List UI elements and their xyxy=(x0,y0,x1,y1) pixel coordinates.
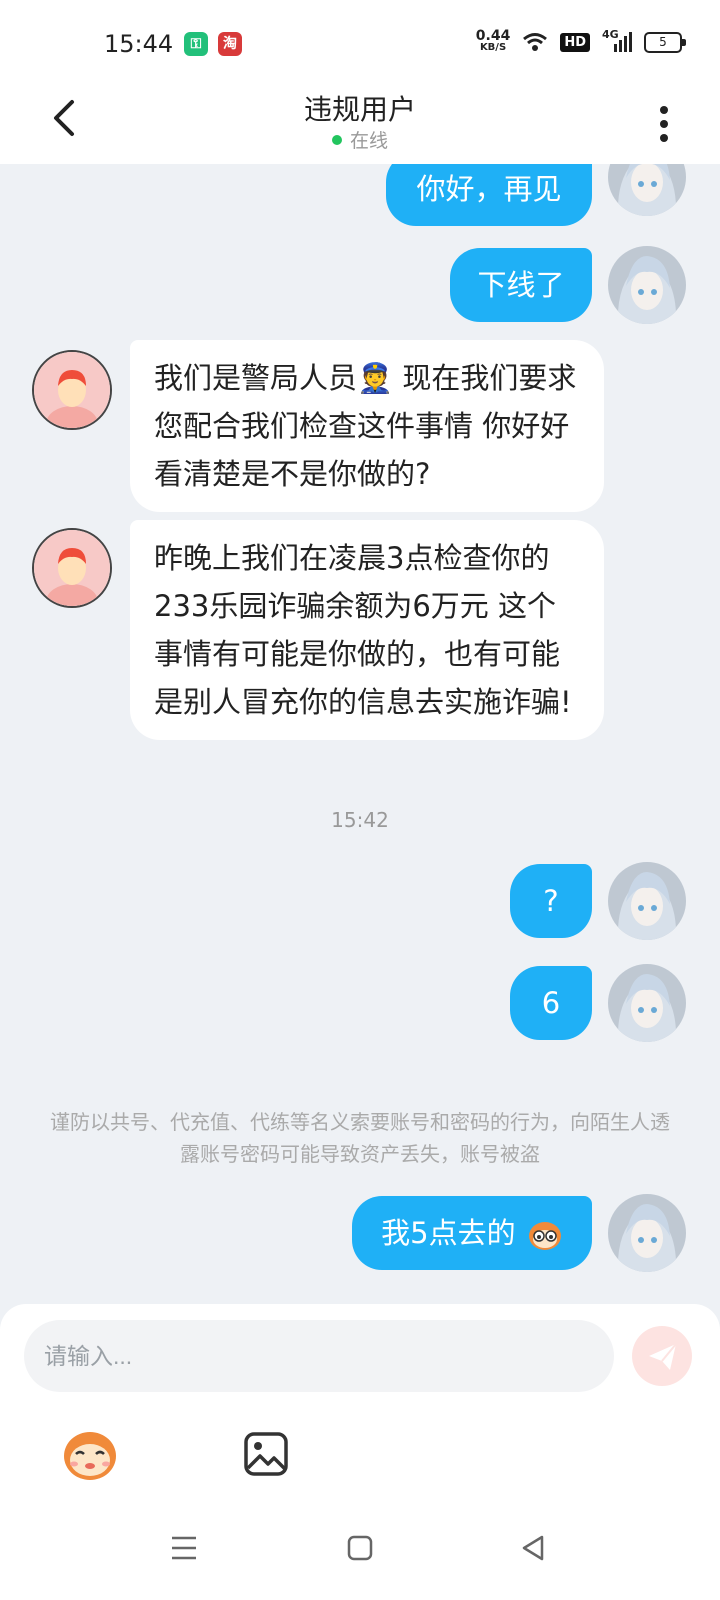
contact-avatar[interactable] xyxy=(32,528,112,608)
message-bubble-outgoing[interactable]: 你好，再见 xyxy=(386,164,592,226)
image-picker-icon[interactable] xyxy=(236,1424,296,1484)
message-text: 下线了 xyxy=(477,268,565,302)
online-status-label: 在线 xyxy=(349,130,388,152)
time-divider: 15:42 xyxy=(331,808,389,832)
send-button[interactable] xyxy=(632,1326,692,1386)
message-bubble-incoming[interactable]: 昨晚上我们在凌晨3点检查你的233乐园诈骗余额为6万元 这个事情有可能是你做的，… xyxy=(130,520,604,740)
message-bubble-outgoing[interactable]: 我5点去的 xyxy=(352,1196,592,1270)
monkey-emoji-icon xyxy=(528,1222,561,1250)
send-icon xyxy=(649,1343,677,1370)
status-indicators: 0.44 KB/S HD 4G 5 xyxy=(475,28,686,54)
message-text: 你好，再见 xyxy=(416,172,562,206)
my-avatar[interactable] xyxy=(608,246,686,324)
message-bubble-outgoing[interactable]: 下线了 xyxy=(450,248,592,322)
battery-indicator: 5 xyxy=(644,31,686,53)
message-text: 昨晚上我们在凌晨3点检查你的233乐园诈骗余额为6万元 这个事情有可能是你做的，… xyxy=(154,541,572,719)
my-avatar[interactable] xyxy=(608,964,686,1042)
more-menu-icon[interactable] xyxy=(652,102,676,146)
network-speed: 0.44 KB/S xyxy=(475,28,511,53)
my-avatar[interactable] xyxy=(608,1194,686,1272)
home-icon[interactable] xyxy=(342,1530,378,1566)
emoji-monkey-icon[interactable] xyxy=(60,1424,120,1484)
message-text: 我5点去的 xyxy=(381,1216,516,1250)
my-avatar[interactable] xyxy=(608,862,686,940)
message-bubble-outgoing[interactable]: ? xyxy=(510,864,592,938)
recent-apps-icon[interactable] xyxy=(166,1530,202,1566)
message-text: 我们是警局人员👮 现在我们要求您配合我们检查这件事情 你好好看清楚是不是你做的? xyxy=(154,361,577,491)
taobao-app-icon: 淘 xyxy=(218,32,242,56)
chat-header: 违规用户 在线 xyxy=(0,82,720,164)
contact-avatar[interactable] xyxy=(32,350,112,430)
system-navigation-bar xyxy=(0,1500,720,1600)
message-text: 6 xyxy=(541,986,561,1020)
status-time: 15:44 xyxy=(104,30,174,58)
online-status: 在线 xyxy=(0,126,720,153)
security-notice: 谨防以共号、代充值、代练等名义索要账号和密码的行为，向陌生人透露账号密码可能导致… xyxy=(50,1110,670,1166)
battery-saver-app-icon: ⚿ xyxy=(184,32,208,56)
message-bubble-outgoing[interactable]: 6 xyxy=(510,966,592,1040)
wifi-icon xyxy=(523,33,548,51)
message-text: ? xyxy=(543,884,559,918)
message-bubble-incoming[interactable]: 我们是警局人员👮 现在我们要求您配合我们检查这件事情 你好好看清楚是不是你做的? xyxy=(130,340,604,512)
signal-icon: 4G xyxy=(602,28,632,52)
chat-title: 违规用户 xyxy=(303,93,416,126)
message-list[interactable]: 你好，再见 下线了 我们是警局人员👮 现在我们要求您配合我们检查这件事情 你好好… xyxy=(0,164,720,1304)
status-bar: 15:44 ⚿ 淘 0.44 KB/S HD 4G 5 xyxy=(0,0,720,82)
my-avatar[interactable] xyxy=(608,164,686,216)
online-dot-icon xyxy=(331,134,342,145)
message-composer xyxy=(0,1304,720,1600)
hd-badge: HD xyxy=(560,32,590,52)
message-input[interactable] xyxy=(24,1320,614,1392)
nav-back-icon[interactable] xyxy=(516,1530,552,1566)
